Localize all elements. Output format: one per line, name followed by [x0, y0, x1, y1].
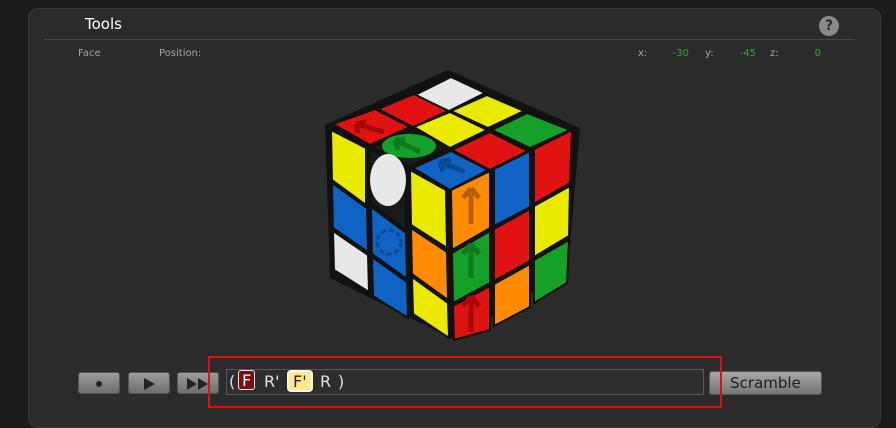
center-cap	[370, 154, 406, 206]
play-icon	[144, 377, 155, 390]
record-icon	[96, 380, 102, 387]
scramble-button[interactable]: Scramble	[709, 371, 822, 395]
highlight-box	[208, 356, 722, 408]
rubiks-cube-view[interactable]	[0, 0, 896, 411]
play-button[interactable]	[128, 372, 170, 394]
record-button[interactable]	[78, 372, 120, 394]
fast-forward-icon	[187, 377, 208, 390]
